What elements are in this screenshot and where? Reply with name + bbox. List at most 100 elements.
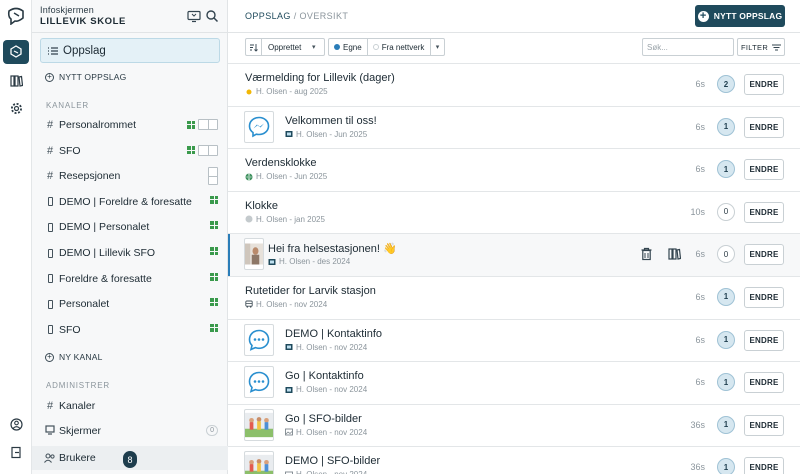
sidebar-channel-item[interactable]: DEMO | Foreldre & foresatte — [44, 191, 220, 213]
sidebar-item-posts[interactable]: Oppslag — [40, 38, 220, 63]
post-row[interactable]: Klokke H. Olsen - jan 2025 10s 0 ENDRE — [228, 190, 800, 234]
rail-settings-button[interactable] — [3, 96, 29, 120]
sidebar-channel-item[interactable]: # SFO — [44, 140, 220, 162]
hash-icon: # — [46, 144, 54, 157]
post-row[interactable]: DEMO | SFO-bilder H. Olsen - nov 2024 36s 1… — [228, 446, 800, 474]
sidebar-channel-item[interactable]: Personalet — [44, 293, 220, 315]
layout-grid-icon — [210, 298, 218, 307]
post-duration: 6s — [695, 291, 705, 302]
sidebar-channel-item[interactable]: DEMO | Lillevik SFO — [44, 242, 220, 264]
add-post-link[interactable]: + NYTT OPPSLAG — [45, 72, 126, 82]
channel-count-badge: 0 — [717, 202, 735, 221]
post-thumbnail — [244, 408, 274, 441]
filter-bar: Opprettet ▾ Egne Fra nettverk ▾ — [245, 38, 445, 56]
filter-network-label: Fra nettverk — [381, 42, 425, 52]
rail-library-button[interactable] — [3, 68, 29, 92]
channel-status — [210, 195, 218, 204]
brand-line2: LILLEVIK SKOLE — [40, 16, 126, 27]
plus-icon: + — [697, 10, 709, 22]
admin-item-screens[interactable]: Skjermer 0 — [44, 420, 220, 442]
books-icon — [9, 74, 23, 87]
screen-preview-icon[interactable] — [187, 9, 201, 23]
rail-logout-button[interactable] — [3, 440, 29, 464]
channel-count-badge: 2 — [717, 75, 735, 93]
layout-grid-icon — [210, 272, 218, 281]
edit-button[interactable]: ENDRE — [744, 159, 784, 181]
post-duration: 36s — [690, 419, 705, 430]
posts-icon — [10, 45, 22, 58]
sidebar: Infoskjermen LILLEVIK SKOLE Oppslag + NY… — [32, 0, 228, 474]
admin-item-users[interactable]: Brukere 8 — [32, 446, 228, 470]
filter-button-label: FILTER — [740, 42, 769, 52]
hash-icon: # — [46, 119, 54, 131]
post-row[interactable]: DEMO | Kontaktinfo H. Olsen - nov 2024 6s 1… — [228, 318, 800, 362]
trash-icon[interactable] — [640, 247, 653, 261]
post-meta: H. Olsen - Jun 2025 — [285, 130, 367, 139]
sidebar-channel-item[interactable]: SFO — [44, 319, 220, 341]
edit-button[interactable]: ENDRE — [744, 414, 784, 436]
source-chevron-down-icon[interactable]: ▾ — [430, 39, 444, 55]
edit-button[interactable]: ENDRE — [744, 116, 784, 138]
post-meta: H. Olsen - aug 2025 — [245, 87, 328, 96]
post-meta-text: H. Olsen - nov 2024 — [296, 342, 368, 352]
new-post-button[interactable]: + NYTT OPPSLAG — [695, 5, 785, 27]
admin-item-channels[interactable]: # Kanaler — [44, 395, 220, 417]
post-row[interactable]: Verdensklokke H. Olsen - Jun 2025 6s 1 ENDRE — [228, 148, 800, 191]
filled-dot-icon — [334, 44, 340, 50]
post-meta-text: H. Olsen - Jun 2025 — [256, 172, 328, 182]
sidebar-channel-item[interactable]: Foreldre & foresatte — [44, 268, 220, 290]
globe-icon — [245, 173, 253, 181]
post-row[interactable]: Go | Kontaktinfo H. Olsen - nov 2024 6s 1 EN… — [228, 361, 800, 404]
sidebar-channel-label: DEMO | Lillevik SFO — [59, 247, 156, 259]
edit-button[interactable]: ENDRE — [744, 244, 784, 266]
screen-orientation-icon — [198, 144, 218, 156]
post-row[interactable]: Rutetider for Larvik stasjon H. Olsen - n… — [228, 275, 800, 319]
filter-own-option[interactable]: Egne — [329, 39, 368, 55]
search-icon[interactable] — [205, 9, 219, 23]
post-duration: 6s — [695, 79, 705, 89]
rail-profile-button[interactable] — [3, 412, 29, 436]
breadcrumb-posts-link[interactable]: OPPSLAG — [245, 11, 291, 21]
edit-button[interactable]: ENDRE — [744, 201, 784, 223]
sidebar-channel-item[interactable]: DEMO | Personalet — [44, 216, 220, 238]
sidebar-channel-item[interactable]: # Resepsjonen — [44, 165, 220, 187]
post-meta-text: H. Olsen - nov 2024 — [296, 470, 367, 474]
edit-button[interactable]: ENDRE — [744, 286, 784, 308]
brand-line1: Infoskjermen — [40, 5, 94, 15]
edit-button[interactable]: ENDRE — [744, 74, 784, 95]
post-row[interactable]: Velkommen til oss! H. Olsen - Jun 2025 6s 1… — [228, 105, 800, 149]
post-row[interactable]: Go | SFO-bilder H. Olsen - nov 2024 36s 1 EN… — [228, 403, 800, 447]
photo-person-thumbnail — [245, 243, 263, 265]
channel-status — [210, 298, 218, 307]
edit-button[interactable]: ENDRE — [744, 329, 784, 351]
search-input[interactable]: Søk... — [642, 38, 734, 56]
edit-button[interactable]: ENDRE — [744, 457, 784, 474]
chevron-down-icon: ▾ — [312, 44, 316, 51]
post-row[interactable]: Hei fra helsestasjonen! 👋 H. Olsen - des … — [228, 233, 800, 276]
post-row[interactable]: Værmelding for Lillevik (dager) H. Olsen … — [228, 63, 800, 106]
channel-status — [187, 144, 218, 156]
post-title: Klokke — [245, 199, 279, 212]
image-icon — [285, 344, 293, 351]
sidebar-channel-item[interactable]: # Personalrommet — [44, 114, 220, 136]
filter-network-option[interactable]: Fra nettverk — [368, 39, 430, 55]
user-circle-icon — [9, 417, 23, 431]
rail-posts-button[interactable] — [3, 40, 29, 64]
channel-count-badge: 1 — [717, 415, 735, 434]
channel-status — [210, 221, 218, 230]
add-channel-link[interactable]: + NY KANAL — [45, 352, 103, 362]
sun-icon — [246, 89, 252, 94]
filter-button[interactable]: FILTER — [737, 38, 785, 56]
post-title: Verdensklokke — [245, 157, 317, 170]
edit-button[interactable]: ENDRE — [744, 372, 784, 394]
clock-icon — [245, 215, 253, 223]
channel-status — [210, 247, 218, 255]
channel-count-badge: 1 — [717, 373, 735, 392]
device-icon — [44, 248, 56, 258]
sort-dropdown[interactable]: Opprettet ▾ — [245, 38, 325, 56]
post-title: Hei fra helsestasjonen! 👋 — [268, 243, 397, 256]
bus-icon — [245, 301, 253, 309]
post-duration: 6s — [695, 377, 705, 388]
post-duration: 6s — [695, 334, 705, 345]
sidebar-channel-label: Personalrommet — [59, 119, 137, 131]
